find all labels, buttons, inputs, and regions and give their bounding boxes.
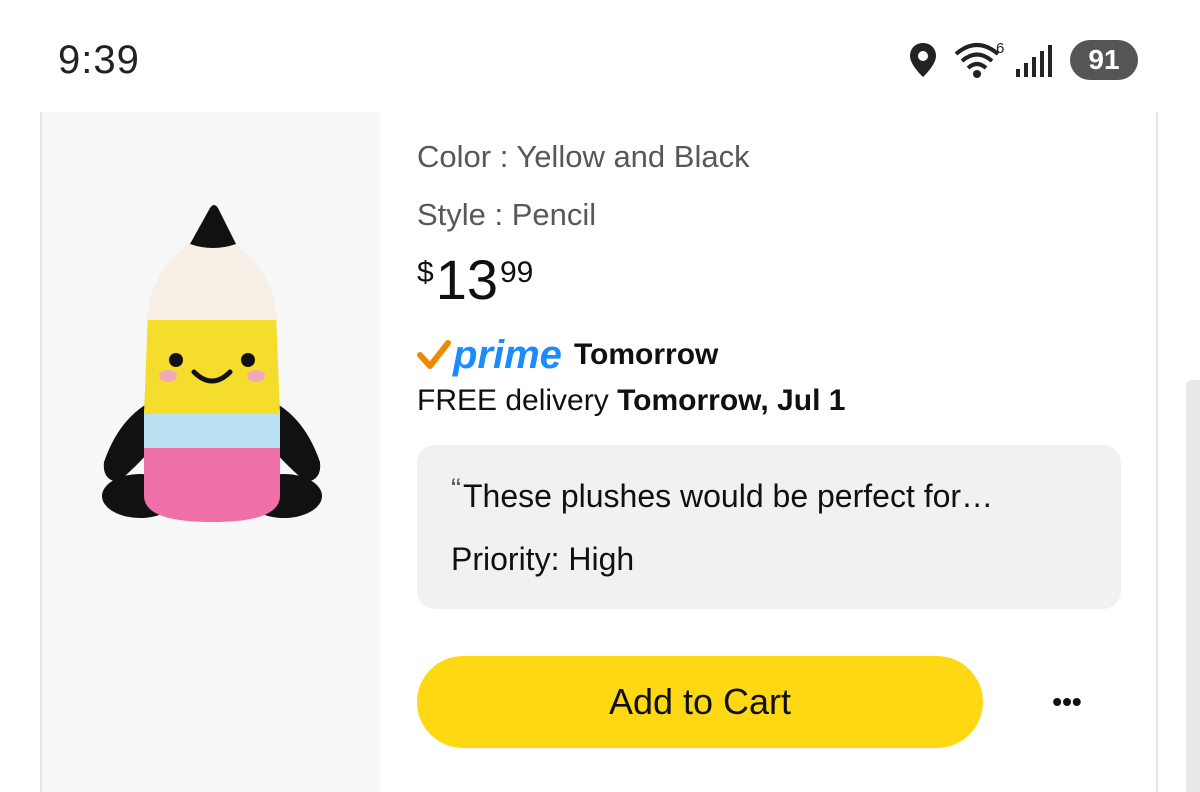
price: $ 13 99 xyxy=(417,250,1127,328)
product-details: Color : Yellow and Black Style : Pencil … xyxy=(417,112,1127,748)
note-priority: Priority: High xyxy=(451,541,635,577)
delivery-date: Tomorrow, Jul 1 xyxy=(617,384,846,417)
adjacent-card-edge xyxy=(1186,380,1200,792)
list-note[interactable]: “These plushes would be perfect for… Pri… xyxy=(417,445,1121,609)
battery-icon: 91 xyxy=(1070,40,1138,80)
pencil-plush-image xyxy=(102,205,322,522)
price-fraction: 99 xyxy=(499,256,534,289)
status-bar: 9:39 6 91 xyxy=(0,0,1200,110)
style-attribute: Style : Pencil xyxy=(417,197,597,232)
screen: 9:39 6 91 Color: Yellow and Black Style… xyxy=(0,0,1200,792)
price-whole: 13 xyxy=(435,248,498,311)
note-quote-text: These plushes would be perfect for… xyxy=(463,478,994,514)
delivery-line: FREE delivery Tomorrow, Jul 1 xyxy=(417,384,1127,424)
prime-check-icon xyxy=(417,340,451,369)
wifi-badge: 6 xyxy=(996,40,1004,57)
price-symbol: $ xyxy=(417,256,434,289)
signal-icon xyxy=(1016,45,1052,77)
status-time: 9:39 xyxy=(58,38,140,82)
status-icons: 6 91 xyxy=(908,40,1138,80)
delivery-prefix: FREE delivery xyxy=(417,384,618,417)
color-attribute: Color : Yellow and Black xyxy=(417,139,750,174)
note-quote: “These plushes would be perfect for… xyxy=(451,473,993,515)
prime-day: Tomorrow xyxy=(573,338,719,371)
prime-logo: prime xyxy=(417,335,562,375)
product-image[interactable] xyxy=(42,112,380,792)
prime-row: prime Tomorrow xyxy=(417,332,1127,378)
location-icon xyxy=(910,43,936,77)
add-to-cart-button[interactable]: Add to Cart xyxy=(417,656,983,748)
wifi-icon: 6 xyxy=(954,40,1004,78)
quote-mark-icon: “ xyxy=(451,473,461,506)
more-options-icon[interactable]: ••• xyxy=(1037,672,1097,732)
prime-word: prime xyxy=(453,333,562,377)
